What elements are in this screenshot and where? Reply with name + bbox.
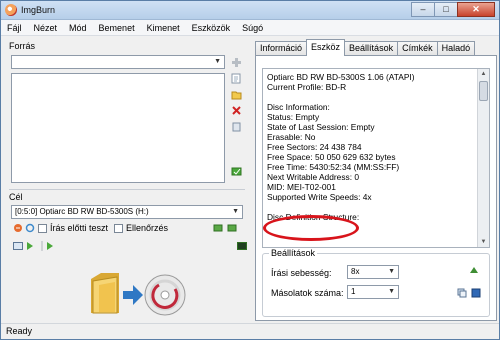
info-line: Supported Write Speeds: 4x: [267, 192, 372, 202]
settings-group: Beállítások Írási sebesség: 8x ▼ Másolat…: [262, 248, 490, 317]
status-bar: Ready: [1, 323, 499, 339]
menu-help[interactable]: Súgó: [242, 23, 263, 33]
scroll-down-icon[interactable]: ▼: [478, 237, 489, 247]
device-tab-panel: Optiarc BD RW BD-5300S 1.06 (ATAPI) Curr…: [255, 55, 497, 321]
device-info-box[interactable]: Optiarc BD RW BD-5300S 1.06 (ATAPI) Curr…: [262, 68, 490, 248]
menu-file[interactable]: Fájl: [7, 23, 22, 33]
chevron-down-icon: ▼: [388, 268, 395, 275]
menu-view[interactable]: Nézet: [34, 23, 58, 33]
folder-icon[interactable]: [231, 89, 242, 100]
info-line: [267, 92, 473, 102]
book-icon[interactable]: [471, 288, 481, 298]
drive-settings-icon[interactable]: [213, 223, 223, 233]
chevron-down-icon: ▼: [214, 58, 221, 65]
write-speed-value: 8x: [351, 267, 360, 276]
tab-strip: Információ Eszköz Beállítások Címkék Hal…: [255, 39, 476, 56]
menu-input[interactable]: Bemenet: [99, 23, 135, 33]
menu-tools[interactable]: Eszközök: [192, 23, 231, 33]
eject-icon[interactable]: [13, 223, 23, 233]
left-panel: Forrás ▼ Cél [0:5:0] Optiarc BD RW BD-53…: [7, 39, 251, 321]
scroll-thumb[interactable]: [479, 81, 488, 101]
info-line: Free Time: 5430:52:34 (MM:SS:FF): [267, 162, 400, 172]
tab-advanced[interactable]: Haladó: [436, 41, 476, 56]
copy-icon[interactable]: [457, 288, 467, 298]
speed-settings-icon[interactable]: [469, 265, 479, 275]
remove-icon[interactable]: [231, 105, 242, 116]
info-line: MID: MEI-T02-001: [267, 182, 336, 192]
info-scrollbar[interactable]: ▲ ▼: [477, 69, 489, 247]
chevron-down-icon: ▼: [232, 208, 239, 215]
build-button[interactable]: [87, 267, 187, 317]
menu-mode[interactable]: Mód: [69, 23, 87, 33]
info-line: Free Space: 50 050 629 632 bytes: [267, 152, 396, 162]
test-write-label: Írás előtti teszt: [50, 223, 109, 233]
copies-label: Másolatok száma:: [271, 288, 344, 298]
info-line: State of Last Session: Empty: [267, 122, 375, 132]
terminal-icon[interactable]: [237, 241, 247, 251]
window-controls: – □ ✕: [411, 2, 495, 17]
settings-title: Beállítások: [269, 248, 318, 258]
clear-list-icon[interactable]: [231, 121, 242, 132]
close-button[interactable]: ✕: [457, 2, 495, 17]
log-window-icon[interactable]: [13, 241, 23, 251]
source-select[interactable]: ▼: [11, 55, 225, 69]
refresh-icon[interactable]: [25, 223, 35, 233]
info-line: Disc Information:: [267, 102, 330, 112]
right-panel: Információ Eszköz Beállítások Címkék Hal…: [255, 39, 497, 321]
imgburn-window: ImgBurn – □ ✕ Fájl Nézet Mód Bemenet Kim…: [0, 0, 500, 340]
copies-value: 1: [351, 287, 356, 296]
destination-drive-select[interactable]: [0:5:0] Optiarc BD RW BD-5300S (H:) ▼: [11, 205, 243, 219]
drive-tools-icon[interactable]: [227, 223, 237, 233]
play-icon[interactable]: [45, 241, 55, 251]
burn-disc-icon: [144, 274, 186, 316]
copies-select[interactable]: 1 ▼: [347, 285, 399, 299]
source-file-list[interactable]: [11, 73, 225, 183]
play-icon[interactable]: [25, 241, 35, 251]
section-divider: [9, 189, 245, 190]
arrow-right-icon: [123, 285, 143, 305]
window-title: ImgBurn: [21, 5, 56, 15]
device-info-text: Optiarc BD RW BD-5300S 1.06 (ATAPI) Curr…: [267, 72, 473, 222]
tab-settings[interactable]: Beállítások: [344, 41, 399, 56]
test-write-checkbox[interactable]: [38, 224, 47, 233]
source-label: Forrás: [9, 41, 36, 51]
title-bar[interactable]: ImgBurn – □ ✕: [1, 1, 499, 20]
info-line: Next Writable Address: 0: [267, 172, 360, 182]
maximize-button[interactable]: □: [434, 2, 458, 17]
info-line: [267, 202, 473, 212]
app-icon: [5, 4, 17, 16]
tab-information[interactable]: Információ: [255, 41, 308, 56]
folder-icon: [91, 273, 119, 314]
add-icon[interactable]: [231, 57, 242, 68]
mid-highlight-ellipse: [263, 215, 359, 241]
scroll-up-icon[interactable]: ▲: [478, 69, 489, 79]
info-line: Free Sectors: 24 438 784: [267, 142, 362, 152]
write-speed-select[interactable]: 8x ▼: [347, 265, 399, 279]
info-line: Status: Empty: [267, 112, 320, 122]
info-line: Current Profile: BD-R: [267, 82, 347, 92]
write-speed-label: Írási sebesség:: [271, 268, 332, 278]
chevron-down-icon: ▼: [388, 288, 395, 295]
info-line: Erasable: No: [267, 132, 316, 142]
status-text: Ready: [6, 326, 33, 336]
minimize-button[interactable]: –: [411, 2, 435, 17]
menu-output[interactable]: Kimenet: [147, 23, 180, 33]
browse-file-icon[interactable]: [231, 73, 242, 84]
verify-label: Ellenőrzés: [126, 223, 169, 233]
destination-label: Cél: [9, 192, 23, 202]
menu-bar: Fájl Nézet Mód Bemenet Kimenet Eszközök …: [1, 20, 499, 36]
tab-labels[interactable]: Címkék: [397, 41, 438, 56]
destination-drive-value: [0:5:0] Optiarc BD RW BD-5300S (H:): [15, 207, 149, 216]
calculate-icon[interactable]: [231, 166, 242, 177]
info-line: Optiarc BD RW BD-5300S 1.06 (ATAPI): [267, 72, 415, 82]
verify-checkbox[interactable]: [114, 224, 123, 233]
tab-device[interactable]: Eszköz: [306, 39, 346, 56]
